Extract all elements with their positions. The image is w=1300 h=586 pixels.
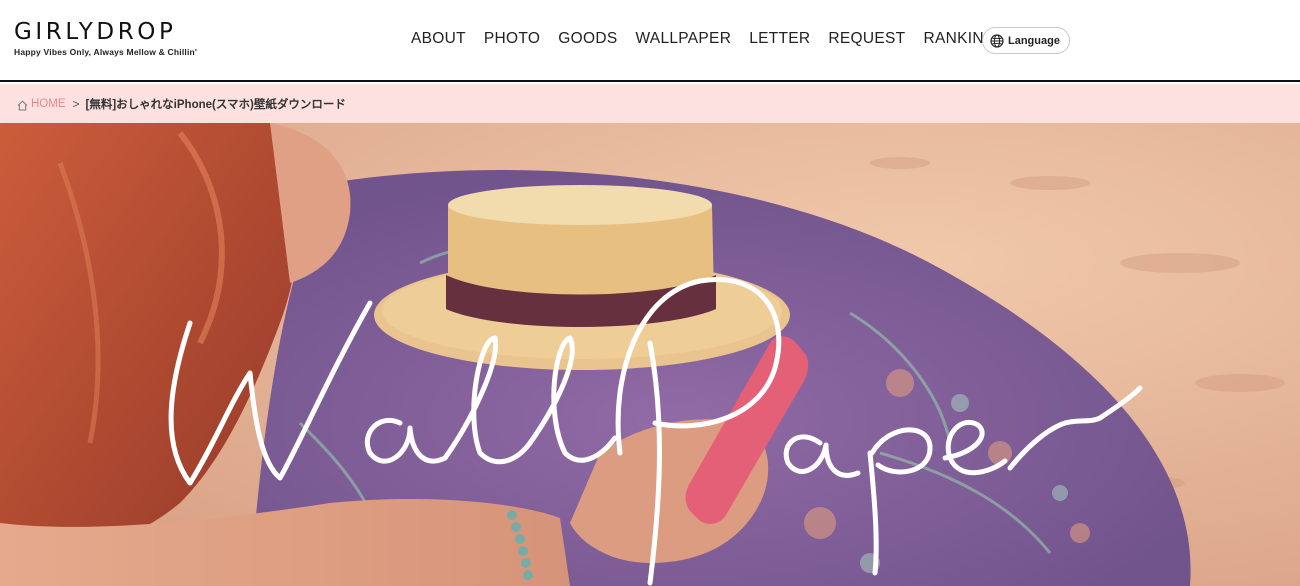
breadcrumb-separator: > [72, 96, 80, 111]
nav-item-photo[interactable]: PHOTO [484, 29, 540, 49]
logo-tagline: Happy Vibes Only, Always Mellow & Chilli… [14, 47, 198, 57]
nav-item-request[interactable]: REQUEST [828, 29, 905, 49]
site-logo[interactable]: GIRLYDROP Happy Vibes Only, Always Mello… [14, 19, 197, 57]
breadcrumb: HOME > [無料]おしゃれなiPhone(スマホ)壁紙ダウンロード [0, 84, 1300, 123]
hero-image [0, 123, 1300, 586]
globe-icon [990, 33, 1004, 48]
logo-wordmark: GIRLYDROP [14, 19, 177, 45]
breadcrumb-current: [無料]おしゃれなiPhone(スマホ)壁紙ダウンロード [85, 98, 346, 111]
main-nav: ABOUT PHOTO GOODS WALLPAPER LETTER REQUE… [411, 29, 996, 49]
nav-item-goods[interactable]: GOODS [558, 29, 617, 49]
nav-item-wallpaper[interactable]: WALLPAPER [635, 29, 731, 49]
language-label: Language [1008, 34, 1060, 47]
nav-item-letter[interactable]: LETTER [749, 29, 810, 49]
site-header: GIRLYDROP Happy Vibes Only, Always Mello… [0, 0, 1300, 82]
language-button[interactable]: Language [982, 27, 1070, 54]
home-icon [17, 98, 28, 111]
nav-item-about[interactable]: ABOUT [411, 29, 466, 49]
breadcrumb-home-link[interactable]: HOME [31, 98, 66, 110]
hero-banner [0, 123, 1300, 586]
